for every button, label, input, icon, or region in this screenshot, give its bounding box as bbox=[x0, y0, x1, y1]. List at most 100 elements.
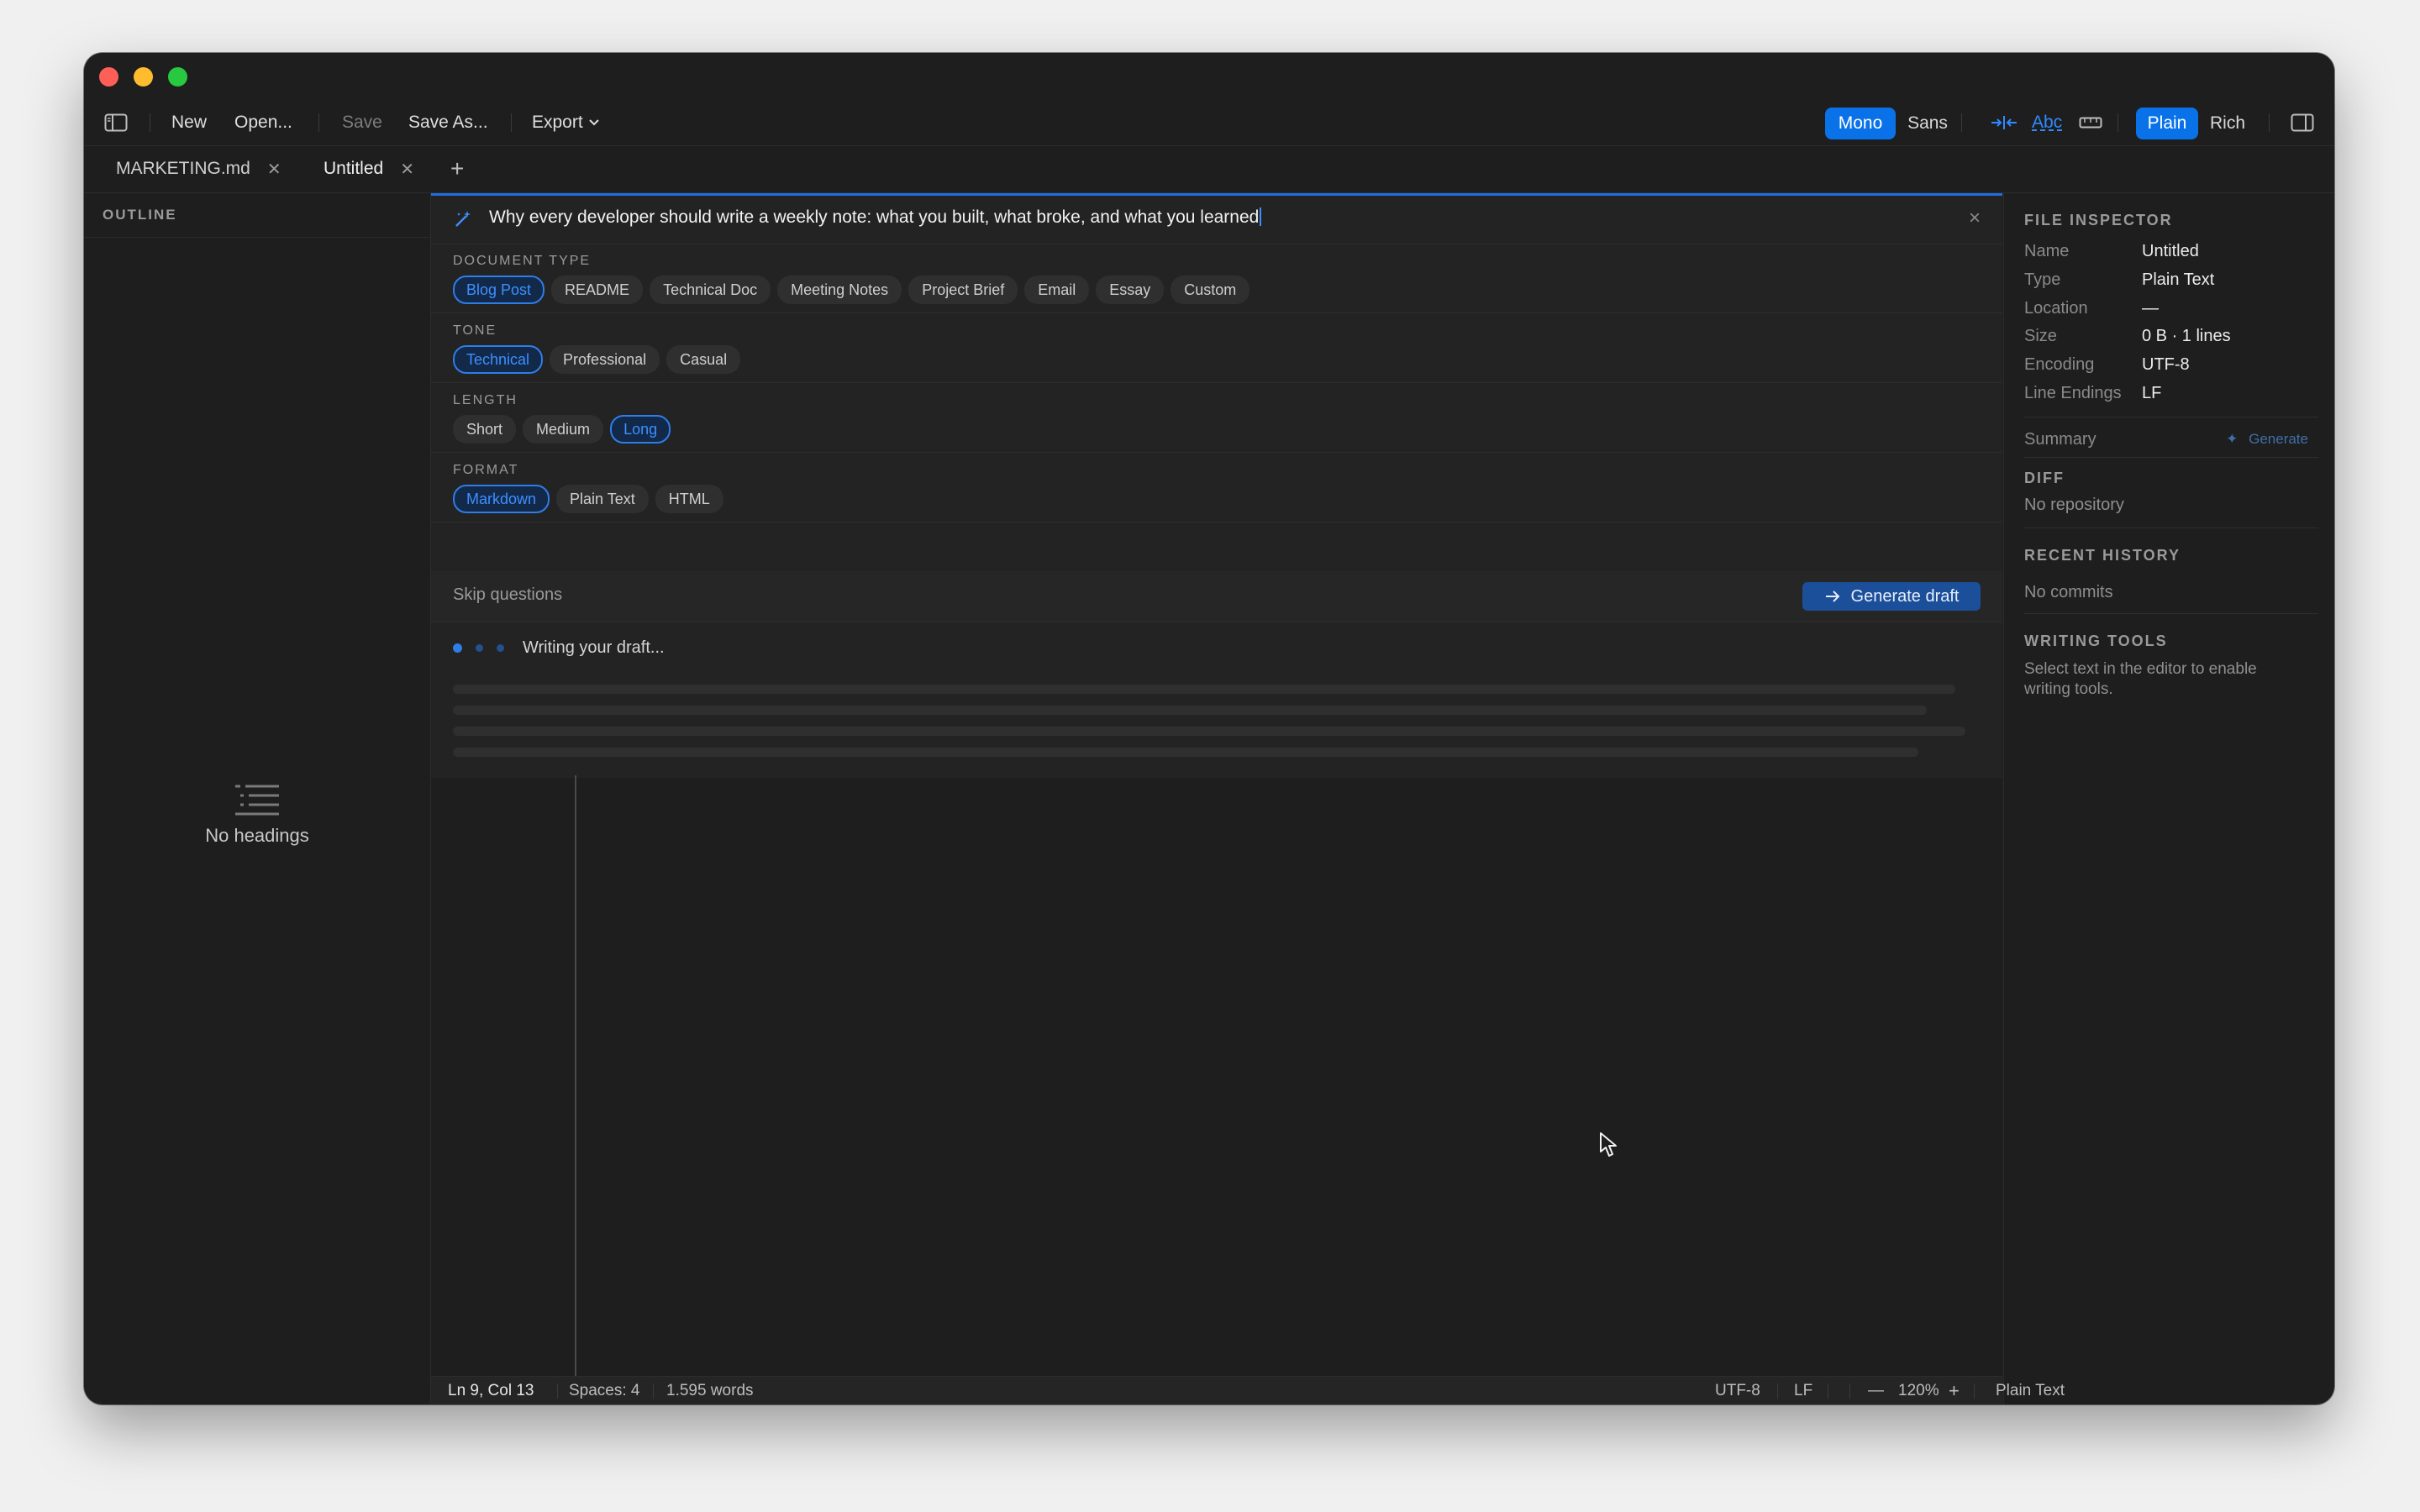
sidebar-left-icon bbox=[104, 113, 128, 132]
tab-untitled[interactable]: Untitled ✕ bbox=[324, 145, 414, 192]
toolbar-divider bbox=[2269, 113, 2270, 132]
field-value: Plain Text bbox=[2142, 270, 2215, 289]
chip-readme[interactable]: README bbox=[551, 276, 644, 304]
chip-casual[interactable]: Casual bbox=[666, 345, 741, 374]
loading-dot bbox=[453, 643, 462, 653]
field-key: Line Endings bbox=[2024, 384, 2122, 402]
mode-plain-toggle[interactable]: Plain bbox=[2136, 108, 2198, 139]
chip-custom[interactable]: Custom bbox=[1171, 276, 1250, 304]
draft-actions: Skip questions Generate draft bbox=[431, 571, 2002, 622]
save-as-button[interactable]: Save As... bbox=[408, 100, 488, 145]
toolbar: New Open... Save Save As... Export Mono … bbox=[84, 100, 2334, 146]
close-tab-icon[interactable]: ✕ bbox=[400, 159, 414, 180]
outline-heading: OUTLINE bbox=[103, 207, 177, 223]
chip-plain-text[interactable]: Plain Text bbox=[556, 485, 649, 513]
tab-marketing[interactable]: MARKETING.md ✕ bbox=[116, 145, 281, 192]
generate-draft-button[interactable]: Generate draft bbox=[1802, 582, 1981, 611]
line-numbers-toggle[interactable] bbox=[2079, 100, 2102, 145]
outline-empty-text: No headings bbox=[205, 825, 309, 846]
section-label: TONE bbox=[453, 323, 497, 338]
chip-technical-doc[interactable]: Technical Doc bbox=[650, 276, 771, 304]
magic-wand-icon bbox=[455, 211, 471, 227]
chip-html[interactable]: HTML bbox=[655, 485, 723, 513]
chip-email[interactable]: Email bbox=[1024, 276, 1090, 304]
status-divider bbox=[1777, 1383, 1778, 1399]
writing-status-text: Writing your draft... bbox=[523, 638, 665, 657]
font-mono-toggle[interactable]: Mono bbox=[1825, 108, 1896, 139]
divider bbox=[2024, 457, 2318, 458]
mode-rich-toggle[interactable]: Rich bbox=[2203, 108, 2252, 139]
zoom-window-button[interactable] bbox=[168, 67, 187, 87]
cursor-position[interactable]: Ln 9, Col 13 bbox=[448, 1377, 534, 1404]
title-bar bbox=[84, 53, 2334, 100]
draft-prompt-text: Why every developer should write a weekl… bbox=[489, 207, 1260, 227]
zoom-in-button[interactable]: + bbox=[1949, 1377, 1960, 1404]
field-value: 0 B · 1 lines bbox=[2142, 327, 2231, 345]
draft-prompt-bar: Why every developer should write a weekl… bbox=[431, 196, 2002, 244]
toggle-inspector-button[interactable] bbox=[2291, 100, 2314, 145]
save-button[interactable]: Save bbox=[342, 100, 382, 145]
toggle-sidebar-button[interactable] bbox=[104, 100, 128, 145]
summary-label: Summary bbox=[2024, 430, 2096, 449]
divider bbox=[84, 237, 430, 238]
export-label: Export bbox=[532, 113, 583, 132]
line-endings-selector[interactable]: LF bbox=[1794, 1377, 1812, 1404]
status-divider bbox=[557, 1383, 558, 1399]
chip-long[interactable]: Long bbox=[610, 415, 671, 444]
minimize-window-button[interactable] bbox=[134, 67, 153, 87]
section-label: LENGTH bbox=[453, 393, 518, 407]
close-window-button[interactable] bbox=[99, 67, 118, 87]
chip-short[interactable]: Short bbox=[453, 415, 517, 444]
tone-section: TONE Technical Professional Casual bbox=[431, 313, 2002, 383]
chip-professional[interactable]: Professional bbox=[550, 345, 660, 374]
skeleton-line bbox=[453, 706, 1927, 715]
toolbar-divider bbox=[511, 113, 512, 132]
column-width-button[interactable] bbox=[1990, 100, 2018, 145]
chip-meeting-notes[interactable]: Meeting Notes bbox=[777, 276, 902, 304]
draft-prompt-input[interactable]: Why every developer should write a weekl… bbox=[489, 207, 1262, 228]
open-button[interactable]: Open... bbox=[234, 100, 292, 145]
zoom-level: 120% bbox=[1898, 1382, 1939, 1399]
chip-essay[interactable]: Essay bbox=[1096, 276, 1165, 304]
font-sans-toggle[interactable]: Sans bbox=[1902, 108, 1953, 139]
close-tab-icon[interactable]: ✕ bbox=[267, 159, 281, 180]
generate-summary-button[interactable]: ✦ Generate bbox=[2226, 431, 2308, 448]
chip-markdown[interactable]: Markdown bbox=[453, 485, 550, 513]
writing-status: Writing your draft... bbox=[453, 638, 665, 658]
writing-tools-heading: WRITING TOOLS bbox=[2024, 633, 2168, 649]
zoom-out-button[interactable]: — bbox=[1868, 1377, 1884, 1404]
close-icon[interactable]: × bbox=[1969, 207, 1981, 230]
length-section: LENGTH Short Medium Long bbox=[431, 383, 2002, 453]
field-value: UTF-8 bbox=[2142, 355, 2190, 374]
indentation-setting[interactable]: Spaces: 4 bbox=[569, 1377, 640, 1404]
field-key: Type bbox=[2024, 270, 2061, 289]
new-tab-button[interactable]: + bbox=[450, 145, 464, 192]
field-value: Untitled bbox=[2142, 242, 2199, 260]
toolbar-divider bbox=[1961, 113, 1962, 132]
export-menu-button[interactable]: Export bbox=[532, 100, 600, 145]
section-label: FORMAT bbox=[453, 463, 519, 477]
text-caret bbox=[1260, 207, 1262, 226]
chip-blog-post[interactable]: Blog Post bbox=[453, 276, 545, 304]
chip-project-brief[interactable]: Project Brief bbox=[908, 276, 1018, 304]
skip-questions-link[interactable]: Skip questions bbox=[453, 585, 562, 605]
writing-tools-hint: Select text in the editor to enable bbox=[2024, 660, 2257, 678]
word-count: 1.595 words bbox=[666, 1382, 754, 1399]
recent-history-heading: RECENT HISTORY bbox=[2024, 547, 2181, 564]
inspector-row-size: Size 0 B · 1 lines bbox=[2024, 327, 2231, 346]
skeleton-line bbox=[453, 727, 1965, 736]
outline-sidebar: OUTLINE No headings bbox=[84, 193, 431, 1404]
diff-heading: DIFF bbox=[2024, 470, 2065, 486]
generate-summary-label: Generate bbox=[2249, 431, 2308, 447]
tab-bar: MARKETING.md ✕ Untitled ✕ + bbox=[84, 145, 2334, 193]
encoding-selector[interactable]: UTF-8 bbox=[1715, 1377, 1760, 1404]
spellcheck-toggle[interactable]: Abc bbox=[2032, 100, 2062, 145]
field-value: LF bbox=[2142, 384, 2162, 402]
document-mode[interactable]: Plain Text bbox=[1996, 1377, 2065, 1404]
new-button[interactable]: New bbox=[171, 100, 207, 145]
skeleton-line bbox=[453, 748, 1918, 757]
status-bar: Ln 9, Col 13 Spaces: 4 1.595 words UTF-8… bbox=[431, 1376, 2065, 1404]
field-key: Encoding bbox=[2024, 355, 2095, 374]
chip-medium[interactable]: Medium bbox=[523, 415, 604, 444]
chip-technical[interactable]: Technical bbox=[453, 345, 544, 374]
